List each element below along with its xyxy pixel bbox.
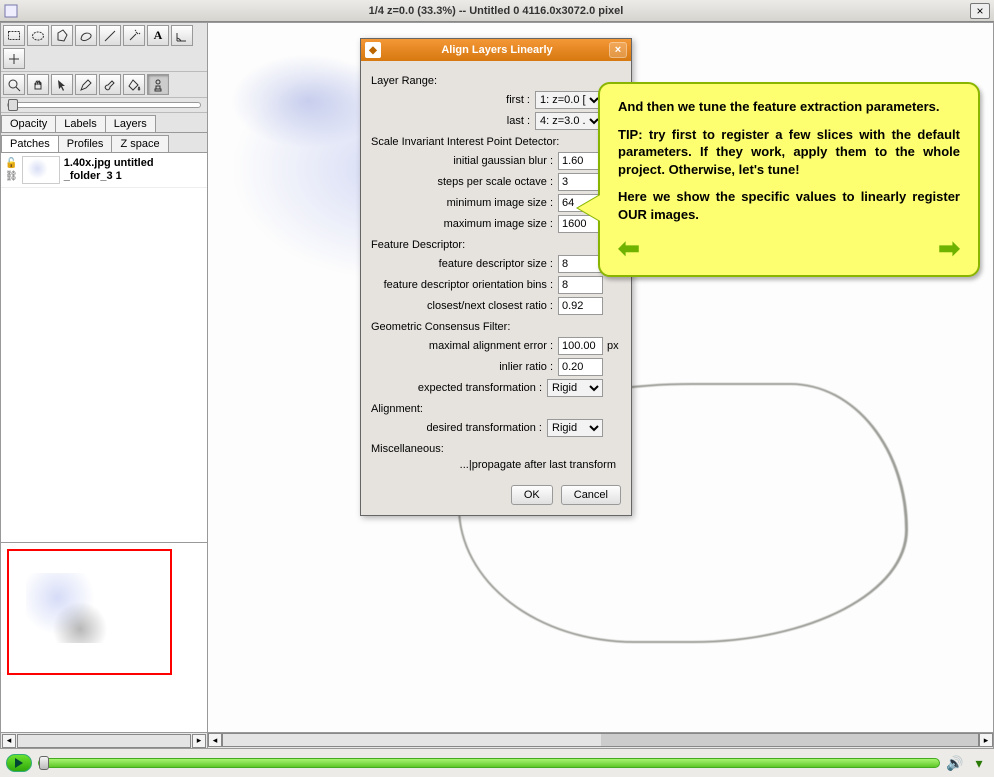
gauss-label: initial gaussian blur : [371, 155, 558, 167]
player-bar: 🔊 ▾ [0, 749, 994, 777]
ok-button[interactable]: OK [511, 485, 553, 505]
gauss-input[interactable] [558, 152, 603, 170]
rect-select-tool[interactable] [3, 25, 25, 46]
inlier-label: inlier ratio : [371, 361, 558, 373]
pen-tool[interactable] [75, 74, 97, 95]
align-layers-dialog: ◆ Align Layers Linearly × Layer Range: f… [360, 38, 632, 516]
oval-select-tool[interactable] [27, 25, 49, 46]
first-label: first : [371, 94, 535, 106]
brush-tool[interactable] [99, 74, 121, 95]
hand-tool[interactable] [27, 74, 49, 95]
app-icon [0, 4, 22, 18]
bubble-tail [578, 194, 602, 222]
steps-label: steps per scale octave : [371, 176, 558, 188]
destrans-label: desired transformation : [371, 422, 547, 434]
toolbar-row-1: A [1, 23, 207, 72]
stamp-tool[interactable] [147, 74, 169, 95]
bubble-p2: TIP: try first to register a few slices … [618, 126, 960, 179]
fdbins-label: feature descriptor orientation bins : [371, 279, 558, 291]
lock-icon: 🔓 [5, 158, 17, 169]
last-select[interactable]: 4: z=3.0 ... [535, 112, 603, 130]
list-item-label: 1.40x.jpg untitled_folder_3 1 [64, 157, 154, 183]
patches-list: 🔓 ⛓ 1.40x.jpg untitled_folder_3 1 [1, 153, 207, 542]
sidebar-hscroll[interactable]: ◂ ▸ [1, 732, 207, 748]
dialog-icon: ◆ [365, 42, 381, 58]
scroll-left-icon[interactable]: ◂ [208, 733, 222, 747]
fdbins-input[interactable] [558, 276, 603, 294]
chain-icon: ⛓ [5, 171, 18, 182]
angle-tool[interactable] [171, 25, 193, 46]
zoom-slider[interactable] [7, 102, 201, 108]
sidebar: A Opacity Labels Layers Patches Profiles… [1, 23, 208, 748]
fdsize-label: feature descriptor size : [371, 258, 558, 270]
section-fd: Feature Descriptor: [371, 239, 621, 251]
cancel-button[interactable]: Cancel [561, 485, 621, 505]
section-align: Alignment: [371, 403, 621, 415]
tab-patches[interactable]: Patches [1, 135, 59, 152]
player-menu-icon[interactable]: ▾ [970, 755, 988, 772]
fdsize-input[interactable] [558, 255, 603, 273]
point-tool[interactable] [3, 48, 25, 69]
wand-tool[interactable] [123, 25, 145, 46]
tab-labels[interactable]: Labels [55, 115, 105, 132]
section-misc: Miscellaneous: [371, 443, 621, 455]
bubble-p1: And then we tune the feature extraction … [618, 98, 960, 116]
dialog-titlebar[interactable]: ◆ Align Layers Linearly × [361, 39, 631, 61]
timeline-slider[interactable] [38, 758, 940, 768]
line-tool[interactable] [99, 25, 121, 46]
arrow-tool[interactable] [51, 74, 73, 95]
ratio-label: closest/next closest ratio : [371, 300, 558, 312]
last-label: last : [371, 115, 535, 127]
zoom-slider-row [1, 98, 207, 113]
tab-zspace[interactable]: Z space [111, 135, 168, 152]
scroll-left-icon[interactable]: ◂ [2, 734, 16, 748]
dialog-title-text: Align Layers Linearly [385, 44, 609, 56]
bubble-p3: Here we show the specific values to line… [618, 188, 960, 223]
tab-profiles[interactable]: Profiles [58, 135, 113, 152]
propagate-label: ...|propagate after last transform [371, 459, 621, 471]
destrans-select[interactable]: Rigid [547, 419, 603, 437]
maxerr-input[interactable] [558, 337, 603, 355]
section-sift: Scale Invariant Interest Point Detector: [371, 136, 621, 148]
list-item[interactable]: 🔓 ⛓ 1.40x.jpg untitled_folder_3 1 [1, 153, 207, 188]
list-thumbnail [22, 156, 60, 184]
scroll-right-icon[interactable]: ▸ [979, 733, 993, 747]
fill-tool[interactable] [123, 74, 145, 95]
next-arrow-icon[interactable]: ➡ [938, 235, 960, 261]
maxsize-label: maximum image size : [371, 218, 558, 230]
ratio-input[interactable] [558, 297, 603, 315]
scroll-right-icon[interactable]: ▸ [192, 734, 206, 748]
toolbar-row-2 [1, 72, 207, 98]
window-titlebar: 1/4 z=0.0 (33.3%) -- Untitled 0 4116.0x3… [0, 0, 994, 22]
canvas-hscroll[interactable]: ◂ ▸ [208, 732, 993, 748]
inlier-input[interactable] [558, 358, 603, 376]
tab-layers[interactable]: Layers [105, 115, 156, 132]
freehand-select-tool[interactable] [75, 25, 97, 46]
play-button[interactable] [6, 754, 32, 772]
timeline-thumb[interactable] [39, 756, 49, 770]
text-tool[interactable]: A [147, 25, 169, 46]
tab-row-upper: Opacity Labels Layers [1, 113, 207, 133]
tutorial-bubble: And then we tune the feature extraction … [598, 82, 980, 277]
tab-opacity[interactable]: Opacity [1, 115, 56, 132]
unit-px: px [603, 340, 621, 352]
window-close-button[interactable]: × [970, 3, 990, 19]
section-geo: Geometric Consensus Filter: [371, 321, 621, 333]
exptrans-label: expected transformation : [371, 382, 547, 394]
polygon-select-tool[interactable] [51, 25, 73, 46]
dialog-close-button[interactable]: × [609, 42, 627, 58]
first-select[interactable]: 1: z=0.0 [la [535, 91, 603, 109]
minsize-label: minimum image size : [371, 197, 558, 209]
minimap[interactable] [1, 542, 207, 732]
maxerr-label: maximal alignment error : [371, 340, 558, 352]
minimap-viewport-rect[interactable] [7, 549, 172, 675]
prev-arrow-icon[interactable]: ⬅ [618, 235, 640, 261]
window-title: 1/4 z=0.0 (33.3%) -- Untitled 0 4116.0x3… [22, 5, 970, 17]
exptrans-select[interactable]: Rigid [547, 379, 603, 397]
volume-icon[interactable]: 🔊 [946, 755, 964, 772]
section-layer-range: Layer Range: [371, 75, 621, 87]
magnify-tool[interactable] [3, 74, 25, 95]
steps-input[interactable] [558, 173, 603, 191]
tab-row-lower: Patches Profiles Z space [1, 133, 207, 153]
